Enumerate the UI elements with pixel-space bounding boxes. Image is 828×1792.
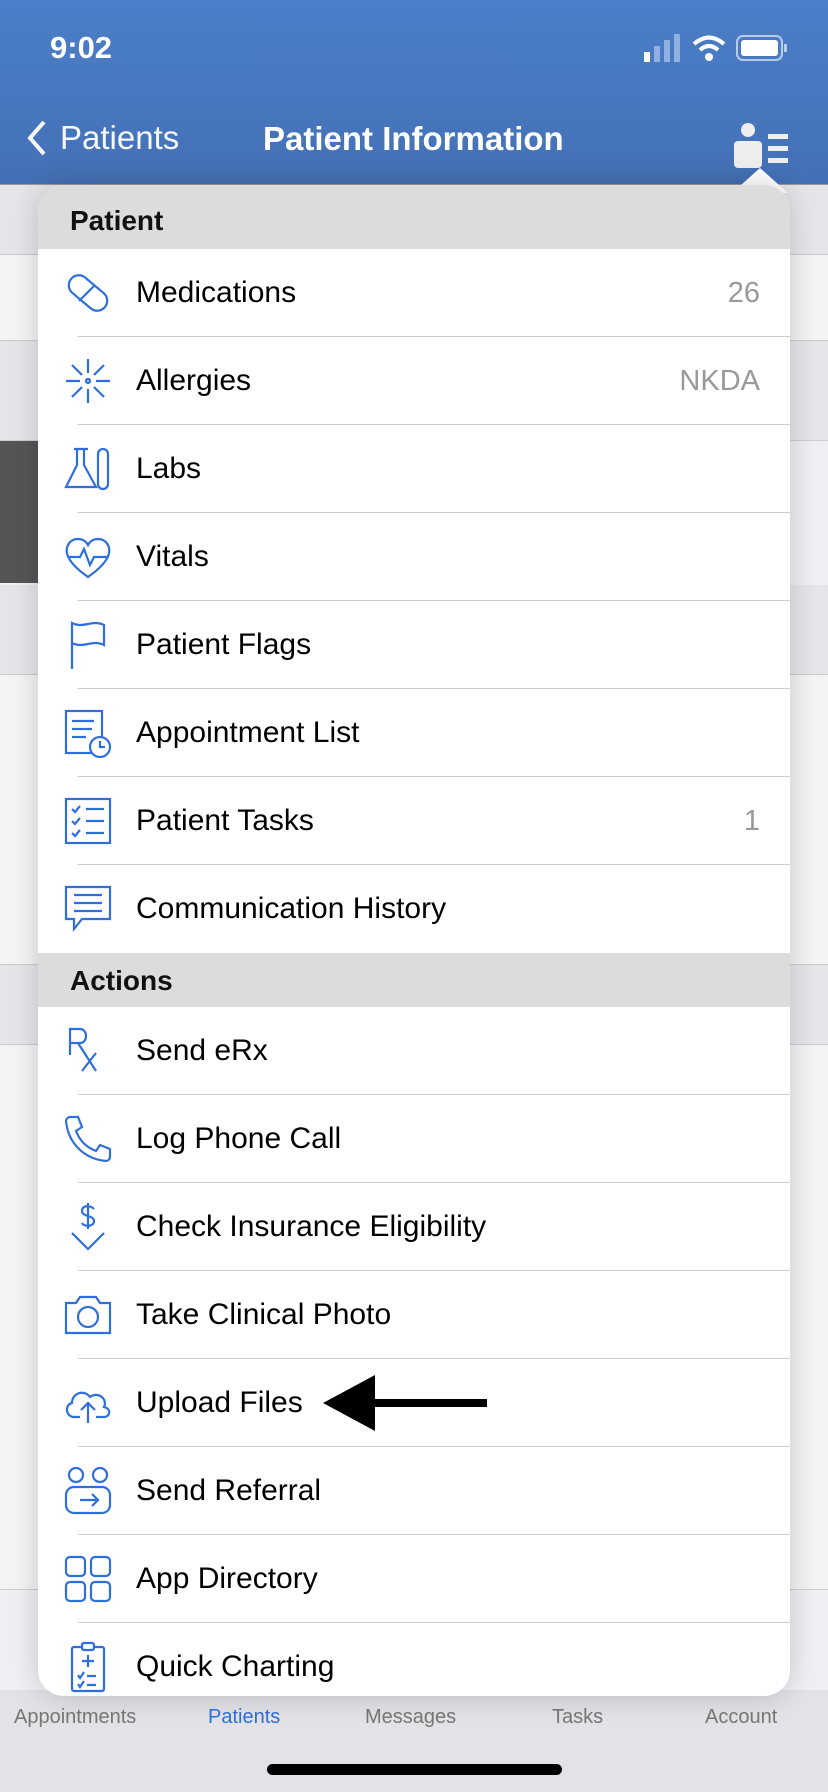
menu-item-take-clinical-photo[interactable]: Take Clinical Photo: [38, 1271, 790, 1359]
tab-tasks[interactable]: Tasks: [552, 1706, 603, 1729]
home-indicator: [267, 1764, 562, 1775]
menu-item-communication-history[interactable]: Communication History: [38, 865, 790, 953]
menu-item-medications[interactable]: Medications 26: [38, 249, 790, 337]
menu-item-patient-tasks[interactable]: Patient Tasks 1: [38, 777, 790, 865]
tab-account[interactable]: Account: [705, 1706, 777, 1729]
menu-item-patient-flags[interactable]: Patient Flags: [38, 601, 790, 689]
menu-item-quick-charting[interactable]: Quick Charting: [38, 1623, 790, 1696]
cloud-upload-icon: [60, 1375, 116, 1431]
menu-item-vitals[interactable]: Vitals: [38, 513, 790, 601]
menu-item-send-referral[interactable]: Send Referral: [38, 1447, 790, 1535]
chat-bubble-icon: [60, 881, 116, 937]
tab-patients[interactable]: Patients: [208, 1706, 280, 1729]
phone-icon: [60, 1111, 116, 1167]
section-header-actions: Actions: [38, 953, 790, 1007]
menu-item-app-directory[interactable]: App Directory: [38, 1535, 790, 1623]
flask-icon: [60, 441, 116, 497]
camera-icon: [60, 1287, 116, 1343]
tasks-count: 1: [743, 804, 760, 837]
person-list-icon: [734, 123, 788, 168]
nav-header: 9:02 Patients Patient Information: [0, 0, 828, 185]
allergies-value: NKDA: [679, 364, 760, 397]
clipboard-icon: [60, 1639, 116, 1695]
menu-item-check-insurance[interactable]: Check Insurance Eligibility: [38, 1183, 790, 1271]
menu-item-log-phone-call[interactable]: Log Phone Call: [38, 1095, 790, 1183]
flag-icon: [60, 617, 116, 673]
menu-item-allergies[interactable]: Allergies NKDA: [38, 337, 790, 425]
page-title: Patient Information: [263, 120, 564, 157]
menu-item-send-erx[interactable]: Send eRx: [38, 1007, 790, 1095]
wifi-icon: [692, 35, 726, 61]
annotation-arrow-icon: [323, 1375, 487, 1431]
dollar-check-icon: [60, 1199, 116, 1255]
status-icons: [642, 34, 788, 62]
patient-menu-button[interactable]: [732, 122, 790, 173]
back-button[interactable]: Patients: [24, 118, 179, 158]
heart-pulse-icon: [60, 529, 116, 585]
menu-item-appointment-list[interactable]: Appointment List: [38, 689, 790, 777]
patient-popover-menu: Patient Medications 26 Allergies NKDA Labs…: [38, 185, 790, 1696]
tab-bar: Appointments Patients Messages Tasks Acc…: [0, 1690, 828, 1792]
chevron-left-icon: [27, 120, 46, 156]
menu-item-labs[interactable]: Labs: [38, 425, 790, 513]
rx-icon: [60, 1023, 116, 1079]
grid-icon: [60, 1551, 116, 1607]
medications-count: 26: [727, 276, 760, 309]
status-time: 9:02: [50, 30, 113, 65]
back-label: Patients: [60, 119, 180, 156]
tab-appointments[interactable]: Appointments: [14, 1706, 136, 1729]
allergy-burst-icon: [60, 353, 116, 409]
checklist-icon: [60, 793, 116, 849]
pill-icon: [60, 265, 116, 321]
section-header-patient: Patient: [38, 185, 790, 249]
signal-icon: [644, 34, 680, 62]
battery-icon: [736, 35, 787, 61]
patient-photo: [0, 441, 38, 583]
tab-messages[interactable]: Messages: [365, 1706, 456, 1729]
referral-icon: [60, 1463, 116, 1519]
list-clock-icon: [60, 705, 116, 761]
